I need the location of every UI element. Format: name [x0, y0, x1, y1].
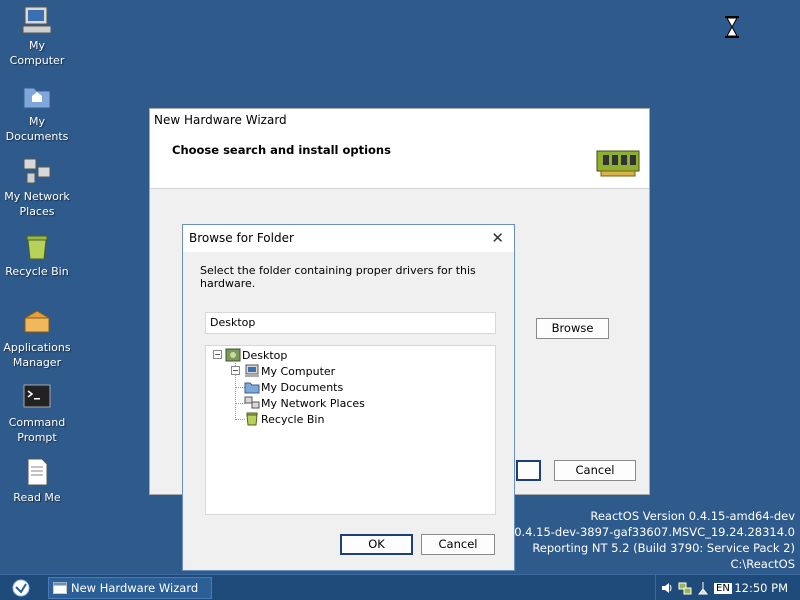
cleanup-icon[interactable] — [696, 581, 710, 595]
my-documents-icon — [244, 382, 260, 394]
taskbar-button-hardware-wizard[interactable]: New Hardware Wizard — [48, 577, 212, 599]
desktop-icon-label: Command Prompt — [8, 416, 66, 444]
tree-item-network-places[interactable]: My Network Places — [244, 395, 365, 411]
close-icon[interactable]: ✕ — [491, 229, 504, 247]
desktop-icon-command-prompt[interactable]: Command Prompt — [0, 381, 74, 445]
taskbar-clock[interactable]: 12:50 PM — [734, 581, 788, 595]
desktop-icon-label: Recycle Bin — [5, 265, 69, 278]
desktop-icon-label: My Documents — [5, 115, 69, 143]
wizard-header-text: Choose search and install options — [172, 143, 391, 157]
dialog-title-bar[interactable]: Browse for Folder ✕ — [183, 225, 514, 252]
desktop-icon-my-computer[interactable]: My Computer — [0, 4, 74, 68]
window-icon — [53, 582, 67, 594]
dialog-description: Select the folder containing proper driv… — [200, 264, 476, 290]
dialog-cancel-button[interactable]: Cancel — [421, 534, 495, 555]
desktop-icon-my-documents[interactable]: My Documents — [0, 80, 74, 144]
desktop-icon-recycle-bin[interactable]: Recycle Bin — [0, 230, 74, 279]
recycle-bin-icon — [26, 235, 48, 260]
applications-manager-icon — [24, 310, 50, 333]
recycle-bin-icon — [246, 412, 258, 426]
language-indicator[interactable]: EN — [714, 582, 732, 594]
browse-button[interactable]: Browse — [536, 318, 609, 339]
tree-item-label: Desktop — [242, 348, 288, 362]
my-computer-icon — [22, 6, 52, 34]
desktop-icon-network-places[interactable]: My Network Places — [0, 155, 74, 219]
tree-item-label: My Computer — [261, 364, 336, 378]
dialog-title: Browse for Folder — [189, 231, 294, 245]
hardware-card-icon — [596, 150, 640, 177]
desktop-icon — [225, 348, 241, 362]
network-places-icon — [23, 158, 51, 184]
ok-button[interactable]: OK — [340, 534, 413, 555]
my-documents-icon — [23, 87, 51, 109]
network-icon[interactable] — [678, 581, 692, 595]
tree-item-my-computer[interactable]: My Computer — [244, 363, 335, 379]
hourglass-cursor-icon — [725, 16, 739, 38]
tree-item-recycle-bin[interactable]: Recycle Bin — [244, 411, 324, 427]
tree-item-desktop[interactable]: Desktop — [225, 347, 287, 363]
network-places-icon — [244, 396, 260, 409]
wizard-header: Choose search and install options — [150, 133, 649, 189]
volume-icon[interactable] — [660, 581, 674, 595]
desktop-icon-label: Read Me — [13, 491, 61, 504]
folder-path-field[interactable]: Desktop — [205, 312, 496, 334]
my-computer-icon — [245, 364, 259, 377]
taskbar: New Hardware Wizard EN 12:50 PM — [0, 574, 800, 600]
desktop-icon-applications-manager[interactable]: Applications Manager — [0, 306, 74, 370]
wizard-cancel-button[interactable]: Cancel — [554, 460, 636, 481]
tree-item-label: My Documents — [261, 380, 344, 394]
taskbar-button-label: New Hardware Wizard — [71, 581, 199, 595]
start-menu-icon[interactable] — [10, 578, 32, 598]
desktop-icon-read-me[interactable]: Read Me — [0, 456, 74, 505]
next-button[interactable] — [516, 460, 541, 481]
tree-item-label: My Network Places — [261, 396, 365, 410]
desktop-icon-label: My Network Places — [4, 190, 70, 218]
browse-folder-dialog: Browse for Folder ✕ Select the folder co… — [182, 224, 515, 571]
command-prompt-icon — [23, 384, 51, 408]
read-me-icon — [27, 458, 48, 486]
desktop-icon-label: Applications Manager — [3, 341, 71, 369]
desktop-icon-label: My Computer — [9, 39, 65, 67]
wizard-title[interactable]: New Hardware Wizard — [150, 109, 649, 133]
folder-tree[interactable]: − Desktop − My Computer My Documents My … — [205, 345, 496, 515]
collapse-toggle[interactable]: − — [213, 350, 222, 359]
tree-item-my-documents[interactable]: My Documents — [244, 379, 343, 395]
tree-item-label: Recycle Bin — [261, 412, 325, 426]
collapse-toggle[interactable]: − — [231, 366, 240, 375]
